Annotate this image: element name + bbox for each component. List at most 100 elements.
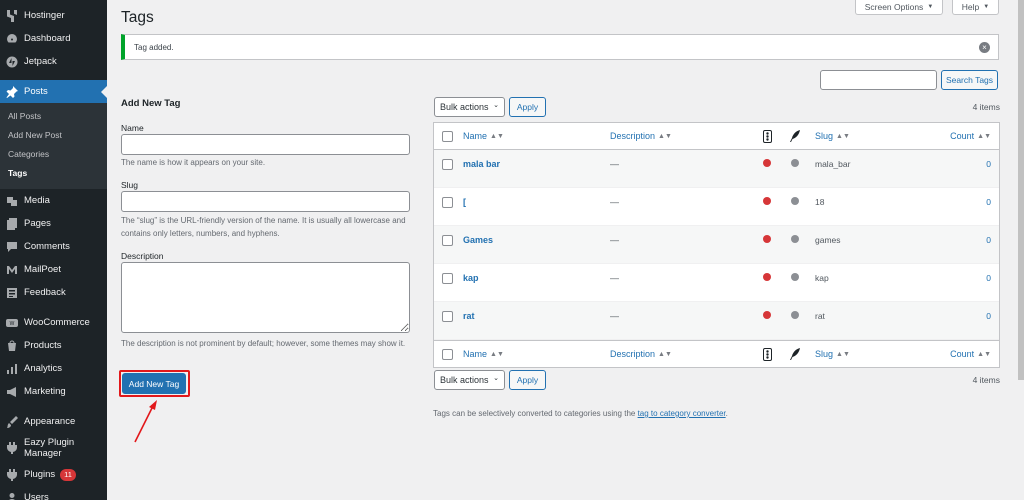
tag-count-link[interactable]: 0 [986,159,991,169]
sidebar-item-mailpoet[interactable]: MailPoet [0,258,107,281]
tag-name-link[interactable]: rat [463,311,475,321]
tag-name-link[interactable]: kap [463,273,479,283]
sidebar-item-posts[interactable]: Posts [0,80,107,103]
dashboard-icon [6,33,18,45]
submenu-item-all-posts[interactable]: All Posts [0,107,107,126]
tag-name-link[interactable]: mala bar [463,159,500,169]
search-tags-button[interactable]: Search Tags [941,70,998,90]
sidebar-item-products[interactable]: Products [0,334,107,357]
slug-hint: The “slug” is the URL-friendly version o… [121,216,406,238]
bulk-actions-select-bottom[interactable]: Bulk actions ⌄ [434,370,505,390]
sidebar-item-comments[interactable]: Comments [0,235,107,258]
tag-name-link[interactable]: Games [463,235,493,245]
row-checkbox[interactable] [442,311,453,322]
bulk-actions-select-top[interactable]: Bulk actions ⌄ [434,97,505,117]
success-notice: Tag added. × [121,34,999,60]
search-tags-input[interactable] [820,70,937,90]
readability-status-dot-icon [791,197,799,205]
page-scrollbar[interactable] [1018,0,1024,380]
apply-button-top[interactable]: Apply [509,97,546,117]
seo-status-dot-icon [763,273,771,281]
tag-to-category-converter-link[interactable]: tag to category converter [638,409,726,418]
sort-icon: ▲▼ [977,132,991,140]
tag-count-link[interactable]: 0 [986,197,991,207]
row-checkbox[interactable] [442,235,453,246]
tag-count-link[interactable]: 0 [986,273,991,283]
row-checkbox[interactable] [442,273,453,284]
table-row: [ — 18 0 [434,188,999,226]
column-footer-name[interactable]: Name ▲▼ [463,341,504,367]
table-header-row: Name ▲▼ Description ▲▼ Slug ▲▼ Count ▲▼ [434,123,999,150]
media-icon [6,195,18,207]
submenu-item-tags[interactable]: Tags [0,164,107,183]
row-checkbox[interactable] [442,159,453,170]
sidebar-item-analytics[interactable]: Analytics [0,357,107,380]
items-count-bottom: 4 items [972,375,1000,385]
tag-slug: rat [815,311,825,321]
readability-status-dot-icon [791,159,799,167]
posts-submenu: All Posts Add New Post Categories Tags [0,103,107,189]
column-footer-count[interactable]: Count ▲▼ [950,341,991,367]
screen-options-button[interactable]: Screen Options ▼ [855,0,943,15]
items-count-top: 4 items [972,102,1000,112]
submenu-item-add-new-post[interactable]: Add New Post [0,126,107,145]
tag-description: — [610,311,619,321]
sort-icon: ▲▼ [977,350,991,358]
sidebar-item-users[interactable]: Users [0,486,107,500]
converter-footnote: Tags can be selectively converted to cat… [433,409,728,418]
tags-table: Name ▲▼ Description ▲▼ Slug ▲▼ Count ▲▼ mala… [433,122,1000,368]
tag-slug: kap [815,273,829,283]
sidebar-item-appearance[interactable]: Appearance [0,410,107,433]
column-header-count[interactable]: Count ▲▼ [950,123,991,149]
admin-sidebar: Hostinger Dashboard Jetpack Posts All Po… [0,0,107,500]
mailpoet-icon [6,264,18,276]
row-checkbox[interactable] [442,197,453,208]
sort-icon: ▲▼ [490,350,504,358]
column-footer-slug[interactable]: Slug ▲▼ [815,341,850,367]
tag-description-textarea[interactable] [121,262,410,333]
appearance-icon [6,415,18,428]
chevron-down-icon: ⌄ [493,375,499,382]
submenu-item-categories[interactable]: Categories [0,145,107,164]
svg-text:W: W [10,321,15,327]
column-footer-description[interactable]: Description ▲▼ [610,341,672,367]
dismiss-notice-icon[interactable]: × [979,42,990,53]
column-header-slug[interactable]: Slug ▲▼ [815,123,850,149]
select-all-checkbox-bottom[interactable] [442,348,453,360]
tag-count-link[interactable]: 0 [986,311,991,321]
feather-icon [788,341,802,367]
tag-description: — [610,235,619,245]
tag-slug-input[interactable] [121,191,410,212]
add-new-tag-button[interactable]: Add New Tag [122,373,186,394]
sort-icon: ▲▼ [836,350,850,358]
traffic-light-icon [760,341,774,367]
sort-icon: ▲▼ [490,132,504,140]
sidebar-item-hostinger[interactable]: Hostinger [0,4,107,27]
sidebar-item-plugins[interactable]: Plugins 11 [0,463,107,486]
apply-button-bottom[interactable]: Apply [509,370,546,390]
sidebar-item-marketing[interactable]: Marketing [0,380,107,403]
tag-slug: games [815,235,841,245]
sidebar-item-feedback[interactable]: Feedback [0,281,107,304]
form-heading: Add New Tag [121,98,181,109]
analytics-icon [6,363,18,375]
tag-count-link[interactable]: 0 [986,235,991,245]
sidebar-item-pages[interactable]: Pages [0,212,107,235]
sidebar-item-jetpack[interactable]: Jetpack [0,50,107,73]
sidebar-item-eazy-plugin-manager[interactable]: Eazy Plugin Manager [0,433,107,463]
column-header-name[interactable]: Name ▲▼ [463,123,504,149]
traffic-light-icon [760,123,774,149]
comments-icon [6,241,18,253]
sidebar-item-media[interactable]: Media [0,189,107,212]
help-button[interactable]: Help ▼ [952,0,999,15]
sidebar-item-dashboard[interactable]: Dashboard [0,27,107,50]
sidebar-item-woocommerce[interactable]: W WooCommerce [0,311,107,334]
tag-description: — [610,197,619,207]
products-icon [6,340,18,352]
tag-name-input[interactable] [121,134,410,155]
slug-label: Slug [121,180,139,190]
select-all-checkbox[interactable] [442,130,453,142]
annotation-arrow-icon [134,400,157,443]
tag-name-link[interactable]: [ [463,197,466,207]
column-header-description[interactable]: Description ▲▼ [610,123,672,149]
